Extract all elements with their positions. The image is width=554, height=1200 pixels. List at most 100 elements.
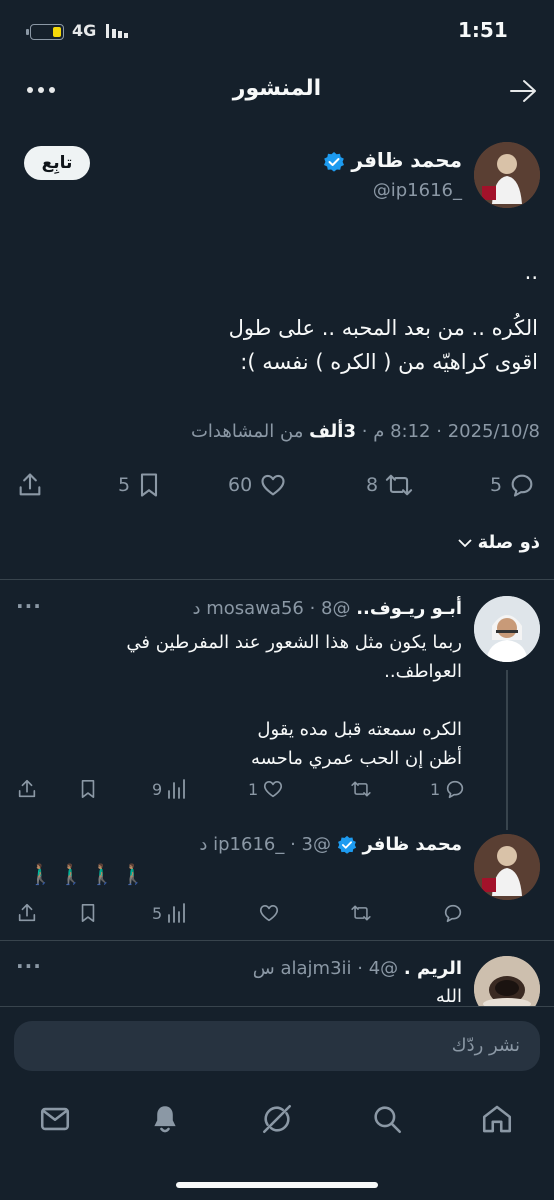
author-name[interactable]: محمد ظافر (351, 148, 462, 172)
bookmark-icon (78, 902, 98, 924)
share-icon (16, 902, 38, 924)
verified-icon (323, 151, 345, 173)
reply-icon (444, 778, 466, 800)
reply-text-line: 🚶🏽‍♂️🚶🏽‍♂️🚶🏽‍♂️🚶🏽‍♂️ (28, 862, 152, 886)
reply-header: محمد ظافر @ip1616_ · 3 د (199, 834, 462, 855)
author-handle[interactable]: @ip1616_ (373, 180, 462, 201)
reply-author-name[interactable]: أبـو ريـوف.. (356, 598, 462, 619)
meta-separator: · (361, 421, 368, 442)
reply-meta: @mosawa56 · 8 د (192, 598, 351, 619)
more-icon[interactable]: ··· (16, 594, 42, 618)
like-icon (262, 778, 284, 800)
bookmark-icon (78, 778, 98, 800)
bottom-nav (0, 1086, 554, 1200)
bell-icon[interactable] (148, 1102, 182, 1136)
bookmark-button[interactable]: 5 (118, 471, 162, 499)
reply-text-line: الله (435, 986, 462, 1007)
status-time: 1:51 (458, 18, 508, 42)
reply-icon (442, 902, 464, 924)
home-indicator (176, 1182, 378, 1188)
reply-button[interactable]: 1 (430, 778, 466, 800)
back-arrow-icon[interactable] (508, 78, 538, 104)
repost-button[interactable] (350, 778, 372, 800)
views-icon (166, 902, 186, 924)
views-button[interactable]: 5 (152, 902, 186, 924)
author-name-row: محمد ظافر (323, 148, 462, 173)
reply-text-line: الكره سمعته قبل مده يقول (257, 719, 462, 740)
repost-button[interactable]: 8 (366, 471, 414, 499)
reply-count: 5 (490, 474, 503, 496)
like-count: 60 (228, 474, 253, 496)
share-button[interactable] (16, 778, 38, 800)
reply-text: ربما يكون مثل هذا الشعور عند المفرطين في… (22, 628, 462, 773)
like-icon (258, 902, 280, 924)
share-icon (16, 471, 44, 499)
related-filter-label: ذو صلة (477, 532, 540, 553)
author-avatar[interactable] (474, 142, 540, 208)
post-meta: 2025/10/8 · 8:12 م · 3ألف من المشاهدات (191, 421, 540, 442)
grok-icon[interactable] (260, 1102, 294, 1136)
post-text-line: اقوى كراهيّه من ( الكره ) نفسه ): (240, 350, 538, 374)
divider (0, 940, 554, 941)
bookmark-button[interactable] (78, 902, 98, 924)
reply-header: الريم . @alajm3ii · 4 س (253, 958, 462, 979)
like-count: 1 (248, 779, 259, 799)
post-time: 8:12 م (373, 421, 431, 442)
reply-avatar[interactable] (474, 596, 540, 662)
reply-button[interactable] (442, 902, 464, 924)
views-count: 9 (152, 779, 163, 799)
signal-icon (106, 24, 130, 38)
post-text-line: .. (524, 260, 538, 284)
search-icon[interactable] (370, 1102, 404, 1136)
reply-author-name[interactable]: الريم . (404, 958, 462, 979)
bookmark-count: 5 (118, 474, 131, 496)
bookmark-icon (136, 471, 162, 499)
more-icon[interactable]: ··· (16, 954, 42, 978)
repost-count: 8 (366, 474, 379, 496)
post-text: .. الكُره .. من بعد المحبه .. على طول اق… (18, 255, 538, 379)
repost-button[interactable] (350, 902, 372, 924)
bookmark-button[interactable] (78, 778, 98, 800)
mail-icon[interactable] (38, 1102, 72, 1136)
thread-line (506, 670, 508, 830)
reply-text-line: أظن إن الحب عمري ماحسه (250, 748, 462, 769)
related-filter[interactable]: ذو صلة (456, 532, 540, 553)
home-icon[interactable] (480, 1102, 514, 1136)
reply-button[interactable]: 5 (490, 471, 536, 499)
reply-icon (508, 471, 536, 499)
views-button[interactable]: 9 (152, 778, 186, 800)
chevron-down-icon (456, 534, 474, 552)
share-button[interactable] (16, 902, 38, 924)
share-button[interactable] (16, 471, 44, 499)
status-bar: 4G 1:51 (0, 0, 554, 60)
repost-icon (350, 902, 372, 924)
views-count: 5 (152, 903, 163, 923)
reply-author-name[interactable]: محمد ظافر (362, 834, 462, 855)
post-text-line: الكُره .. من بعد المحبه .. على طول (228, 316, 538, 340)
views-icon (166, 778, 186, 800)
like-icon (258, 471, 288, 499)
like-button[interactable]: 1 (248, 778, 284, 800)
divider (0, 579, 554, 580)
post-date: 2025/10/8 (447, 421, 540, 442)
network-label: 4G (72, 21, 97, 40)
views-count[interactable]: 3ألف (309, 421, 356, 442)
reply-input[interactable]: نشر ردّك (14, 1021, 540, 1071)
reply-text-line: العواطف.. (384, 661, 462, 682)
reply-meta: @ip1616_ · 3 د (199, 834, 331, 855)
views-label: من المشاهدات (190, 421, 304, 442)
verified-icon (337, 835, 357, 855)
reply-count: 1 (430, 779, 441, 799)
reply-meta: @alajm3ii · 4 س (252, 958, 399, 979)
follow-button[interactable]: تابِع (24, 146, 90, 180)
composer-bar: نشر ردّك (0, 1006, 554, 1087)
reply-text-line: ربما يكون مثل هذا الشعور عند المفرطين في (126, 632, 462, 653)
page-title: المنشور (232, 76, 322, 101)
like-button[interactable]: 60 (228, 471, 288, 499)
meta-separator: · (436, 421, 442, 442)
repost-icon (384, 471, 414, 499)
reply-header: أبـو ريـوف.. @mosawa56 · 8 د (193, 598, 463, 619)
header: المنشور (0, 60, 554, 120)
like-button[interactable] (258, 902, 280, 924)
reply-avatar[interactable] (474, 834, 540, 900)
